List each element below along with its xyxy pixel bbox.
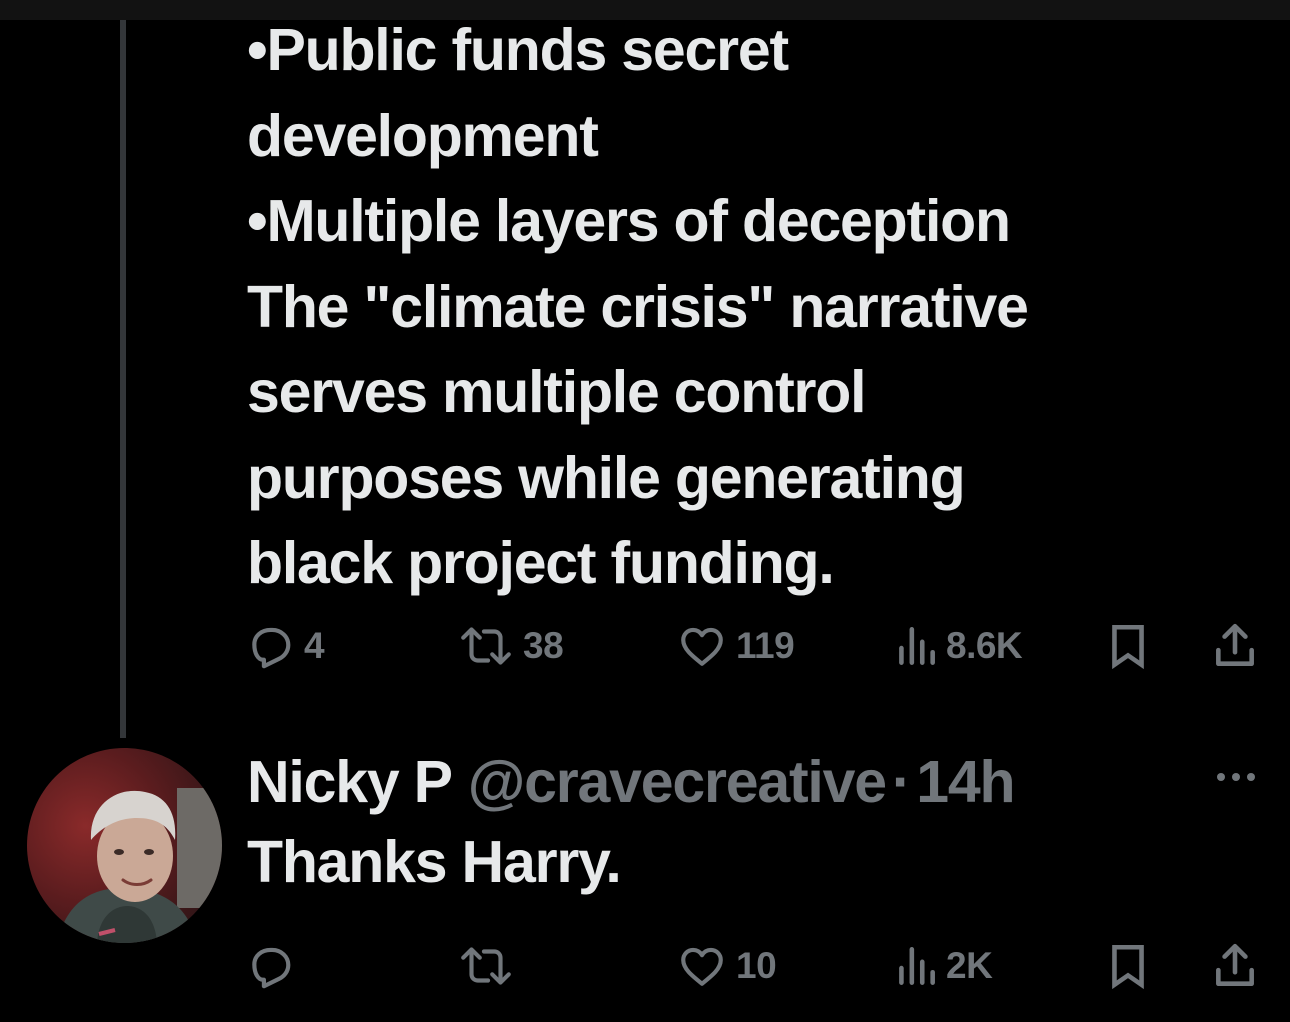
- reply-icon: [246, 941, 296, 991]
- avatar[interactable]: [27, 748, 222, 943]
- reply-button[interactable]: [246, 936, 304, 996]
- views-count: 2K: [946, 945, 993, 986]
- tweet-text-line: development: [247, 102, 599, 169]
- share-icon: [1212, 941, 1258, 991]
- repost-button[interactable]: [457, 936, 523, 996]
- views-count: 8.6K: [946, 625, 1023, 666]
- reply-action-bar: 10 2K: [0, 936, 1290, 996]
- display-name[interactable]: Nicky P: [247, 748, 453, 816]
- repost-icon: [457, 621, 515, 671]
- share-button[interactable]: [1212, 936, 1258, 996]
- tweet-text-line: •Public funds secret: [247, 17, 789, 83]
- heart-icon: [676, 621, 728, 671]
- tweet-body-text: •Public funds secret development •Multip…: [247, 8, 1207, 607]
- heart-icon: [676, 941, 728, 991]
- share-button[interactable]: [1212, 616, 1258, 676]
- more-icon: [1214, 773, 1258, 796]
- bookmark-icon: [1108, 941, 1148, 991]
- bookmark-button[interactable]: [1108, 936, 1148, 996]
- tweet-text-line: purposes while generating: [247, 444, 966, 511]
- views-button[interactable]: 2K: [894, 936, 993, 996]
- share-icon: [1212, 621, 1258, 671]
- reply-header: Nicky P @cravecreative · 14h: [247, 742, 1016, 822]
- repost-count: 38: [523, 625, 564, 666]
- like-count: 119: [736, 625, 795, 666]
- views-icon: [894, 941, 938, 991]
- reply-icon: [246, 621, 296, 671]
- repost-icon: [457, 941, 515, 991]
- repost-button[interactable]: 38: [457, 616, 564, 676]
- like-button[interactable]: 119: [676, 616, 795, 676]
- tweet-text-line: The "climate crisis" narrative: [247, 273, 1029, 340]
- user-handle[interactable]: @cravecreative: [468, 748, 887, 816]
- reply-count: 4: [304, 625, 325, 666]
- tweet-text-line: black project funding.: [247, 530, 835, 596]
- tweet-text-line: •Multiple layers of deception: [247, 188, 1011, 254]
- header-separator: ·: [891, 749, 912, 815]
- like-button[interactable]: 10: [676, 936, 777, 996]
- bookmark-icon: [1108, 621, 1148, 671]
- more-options-button[interactable]: [1214, 762, 1258, 792]
- views-icon: [894, 621, 938, 671]
- views-button[interactable]: 8.6K: [894, 616, 1023, 676]
- like-count: 10: [736, 945, 777, 986]
- bookmark-button[interactable]: [1108, 616, 1148, 676]
- tweet-action-bar: 4 38 119 8.6K: [0, 616, 1290, 676]
- post-timestamp[interactable]: 14h: [916, 748, 1015, 816]
- reply-button[interactable]: 4: [246, 616, 325, 676]
- reply-body-text: Thanks Harry.: [247, 829, 622, 895]
- tweet-text-line: serves multiple control: [247, 359, 867, 425]
